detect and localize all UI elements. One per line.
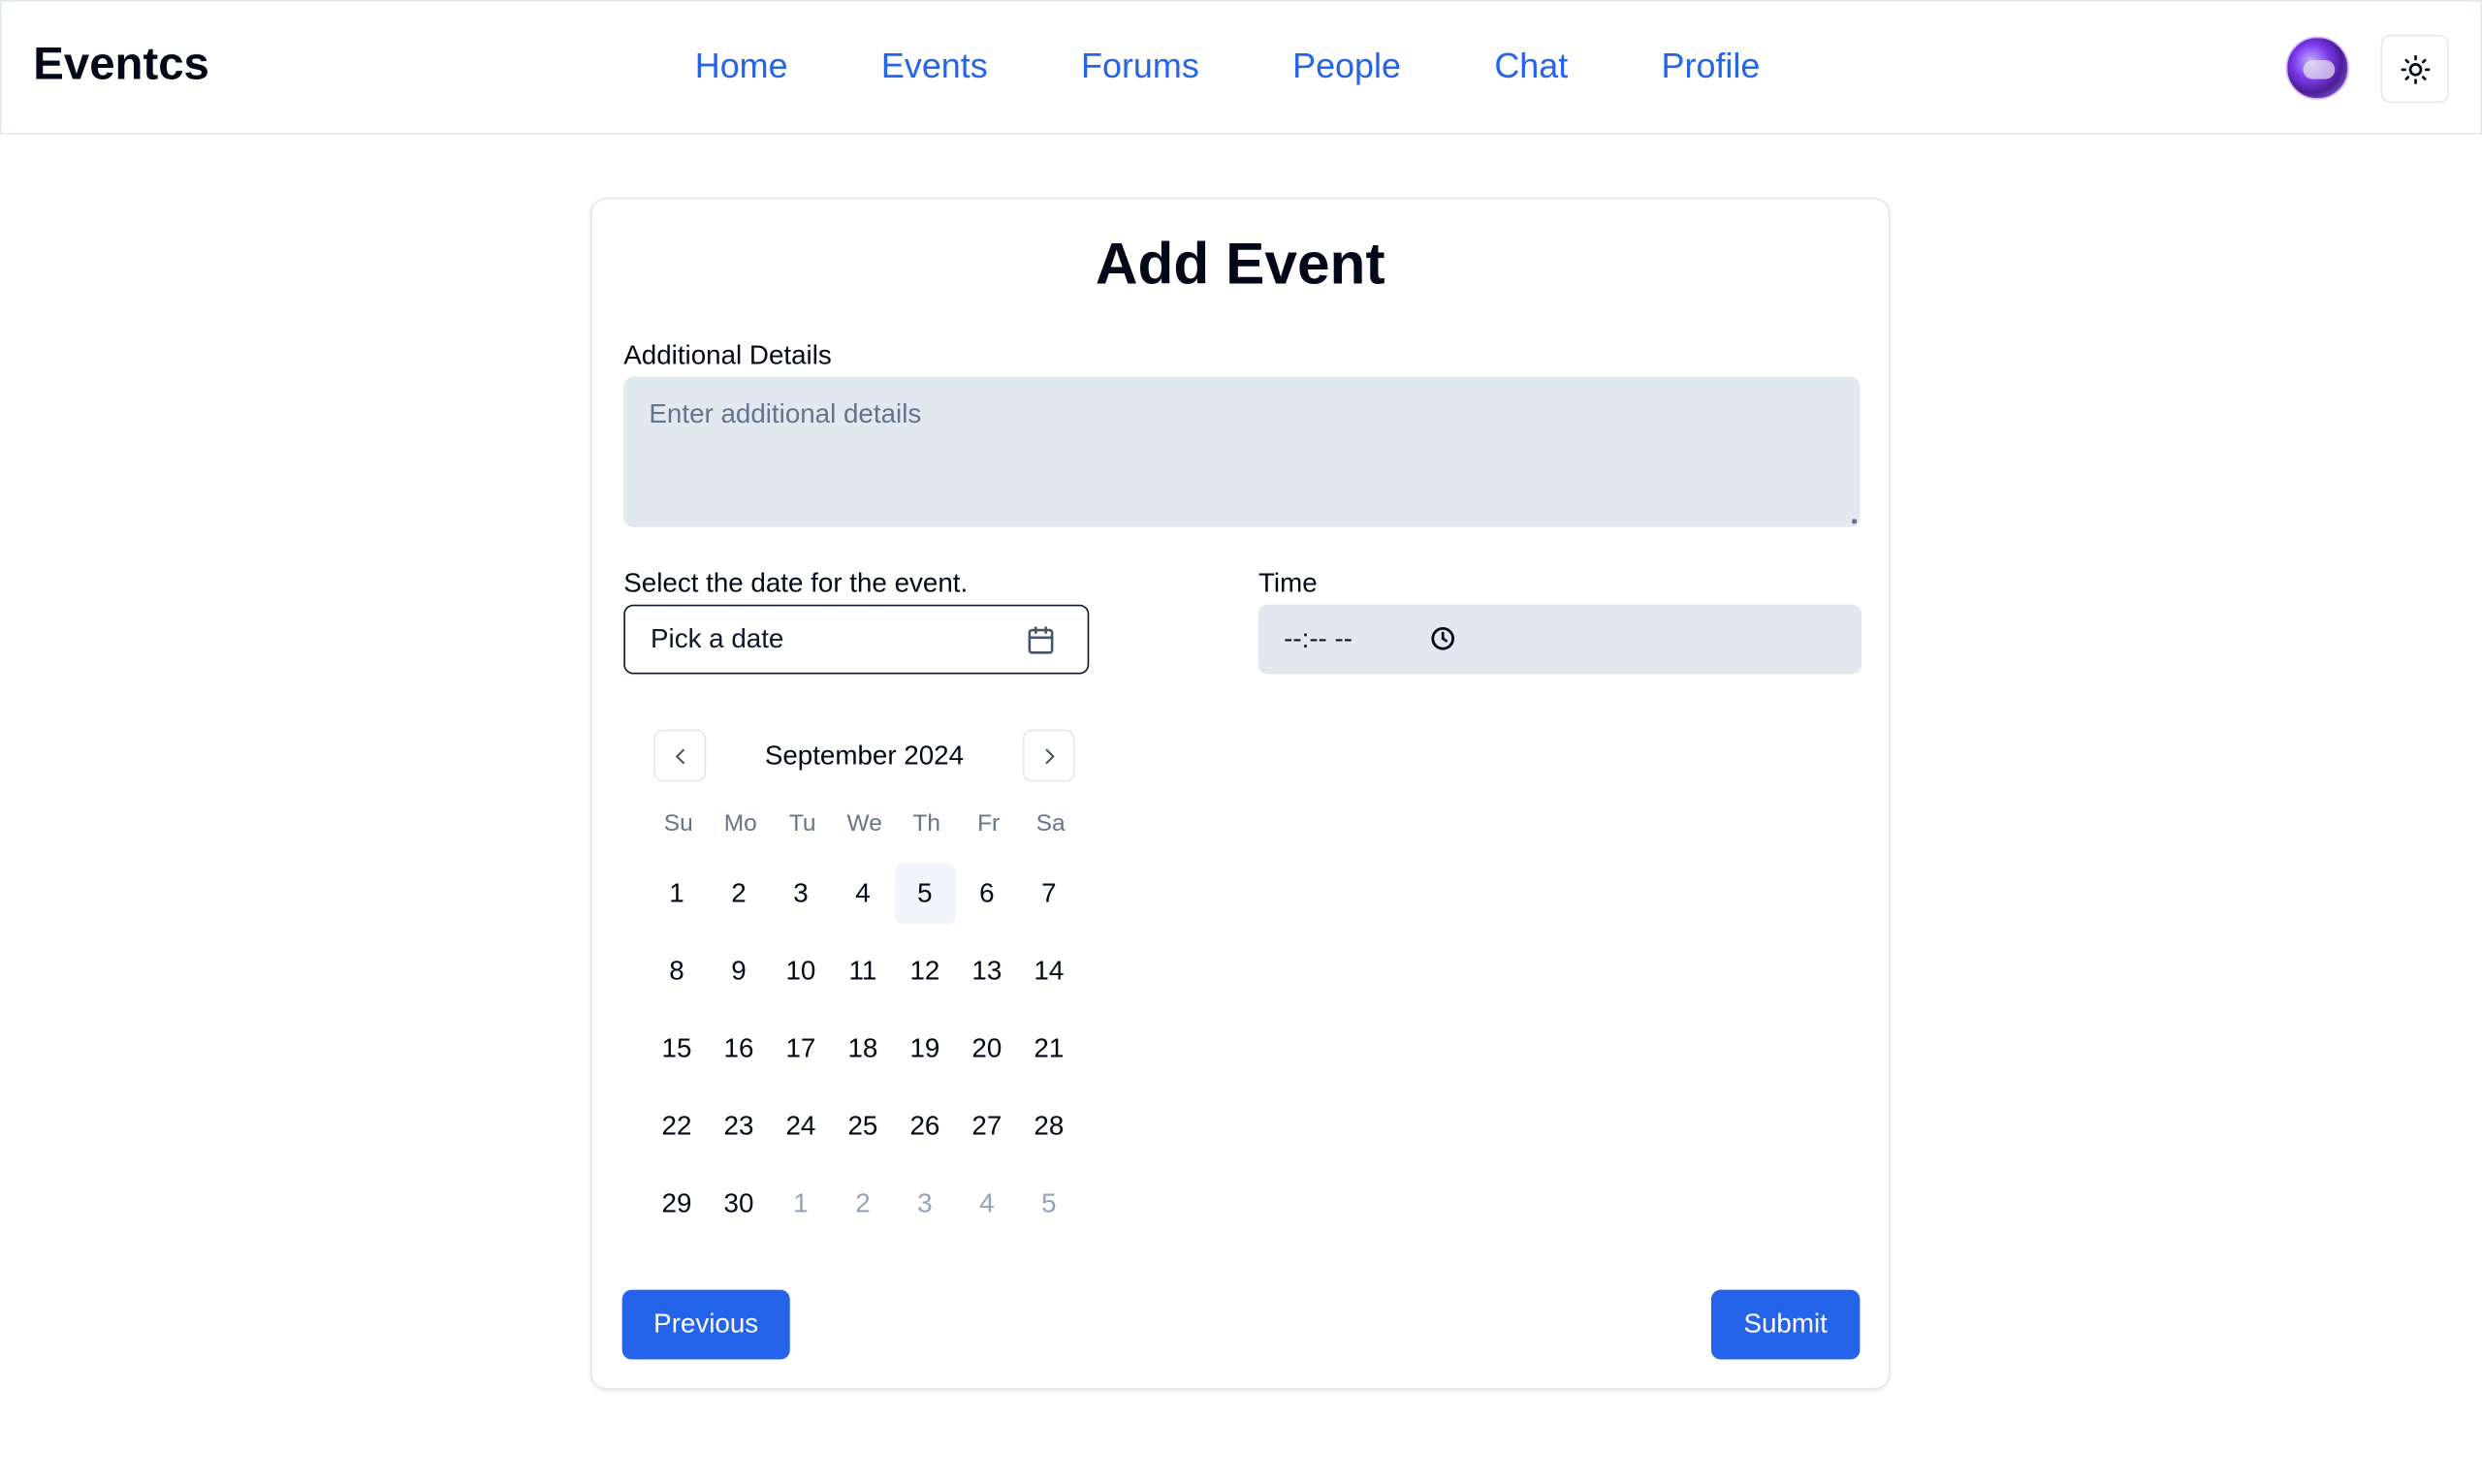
sun-icon (2400, 54, 2430, 83)
calendar-day[interactable]: 10 (770, 940, 832, 1002)
calendar-day[interactable]: 30 (708, 1173, 770, 1235)
calendar-day-outside[interactable]: 3 (894, 1173, 956, 1235)
calendar-day[interactable]: 4 (832, 863, 894, 925)
calendar-day-outside[interactable]: 1 (770, 1173, 832, 1235)
calendar-day[interactable]: 24 (770, 1095, 832, 1157)
nav-home[interactable]: Home (695, 43, 788, 90)
calendar-day[interactable]: 12 (894, 940, 956, 1002)
calendar-day[interactable]: 27 (956, 1095, 1018, 1157)
resize-handle[interactable] (1852, 519, 1858, 524)
time-label: Time (1257, 568, 1318, 599)
calendar-day[interactable]: 25 (832, 1095, 894, 1157)
weekday-row: Su Mo Tu We Th Fr Sa (648, 810, 1082, 837)
calendar-day[interactable]: 26 (894, 1095, 956, 1157)
submit-button[interactable]: Submit (1710, 1289, 1861, 1360)
calendar-header: September 2024 (653, 729, 1075, 784)
weekday-label: Mo (723, 809, 757, 837)
weekday-label: Sa (1035, 809, 1066, 837)
calendar-day[interactable]: 11 (832, 940, 894, 1002)
calendar-days-grid: 1 2 3 4 5 6 7 8 9 10 11 12 13 14 15 16 17 18 19 20 21 22 23 24 2… (646, 862, 1080, 1250)
calendar-day[interactable]: 21 (1018, 1018, 1080, 1080)
time-value: --:-- -- (1284, 623, 1353, 654)
calendar-day[interactable]: 6 (956, 863, 1018, 925)
nav-events[interactable]: Events (881, 43, 988, 90)
page-root: Eventcs Home Events Forums People Chat P… (0, 0, 2482, 1484)
calendar-day[interactable]: 9 (708, 940, 770, 1002)
date-calendar: September 2024 Su Mo Tu We Th Fr Sa 12 34… (653, 729, 1075, 1217)
top-navbar: Eventcs Home Events Forums People Chat P… (0, 0, 2482, 135)
date-picker-text: Pick a date (651, 623, 784, 654)
calendar-day[interactable]: 13 (956, 940, 1018, 1002)
calendar-day[interactable]: 3 (770, 863, 832, 925)
clock-icon[interactable] (1429, 625, 1456, 652)
calendar-icon (1028, 626, 1054, 654)
nav-forums[interactable]: Forums (1081, 43, 1199, 90)
calendar-day-today[interactable]: 5 (894, 862, 956, 925)
weekday-label: Su (663, 809, 693, 837)
date-label: Select the date for the event. (623, 568, 969, 599)
calendar-day[interactable]: 7 (1018, 863, 1080, 925)
brand-logo[interactable]: Eventcs (33, 40, 209, 92)
nav-people[interactable]: People (1292, 43, 1401, 90)
main-nav: Home Events Forums People Chat Profile (695, 43, 1854, 90)
user-avatar[interactable] (2285, 36, 2349, 100)
nav-chat[interactable]: Chat (1494, 43, 1568, 90)
calendar-day[interactable]: 8 (646, 940, 708, 1002)
date-picker-button[interactable]: Pick a date (623, 604, 1090, 675)
calendar-day-outside[interactable]: 2 (832, 1173, 894, 1235)
weekday-label: Tu (788, 809, 816, 837)
weekday-label: Th (912, 809, 940, 837)
details-placeholder: Enter additional details (649, 398, 922, 429)
calendar-day[interactable]: 16 (708, 1018, 770, 1080)
nav-profile[interactable]: Profile (1662, 43, 1761, 90)
calendar-day[interactable]: 22 (646, 1095, 708, 1157)
theme-toggle-button[interactable] (2380, 34, 2449, 104)
calendar-day[interactable]: 14 (1018, 940, 1080, 1002)
calendar-day[interactable]: 2 (708, 863, 770, 925)
calendar-day-outside[interactable]: 5 (1018, 1173, 1080, 1235)
chevron-right-icon (1044, 747, 1054, 764)
calendar-day[interactable]: 23 (708, 1095, 770, 1157)
add-event-card: Add Event Additional Details Enter addit… (589, 198, 1891, 1390)
calendar-month: September 2024 (764, 741, 965, 772)
calendar-day[interactable]: 28 (1018, 1095, 1080, 1157)
calendar-day[interactable]: 15 (646, 1018, 708, 1080)
calendar-day[interactable]: 29 (646, 1173, 708, 1235)
time-input[interactable]: --:-- -- (1257, 604, 1862, 675)
previous-button[interactable]: Previous (621, 1289, 790, 1360)
calendar-day[interactable]: 18 (832, 1018, 894, 1080)
calendar-day[interactable]: 19 (894, 1018, 956, 1080)
weekday-label: We (846, 809, 882, 837)
calendar-day[interactable]: 20 (956, 1018, 1018, 1080)
avatar-image (2303, 60, 2336, 79)
calendar-day-outside[interactable]: 4 (956, 1173, 1018, 1235)
page-title: Add Event (1095, 231, 1385, 297)
next-month-button[interactable] (1022, 729, 1075, 782)
details-label: Additional Details (623, 340, 832, 371)
details-textarea[interactable]: Enter additional details (623, 376, 1861, 527)
weekday-label: Fr (977, 809, 1001, 837)
calendar-day[interactable]: 1 (646, 863, 708, 925)
calendar-day[interactable]: 17 (770, 1018, 832, 1080)
